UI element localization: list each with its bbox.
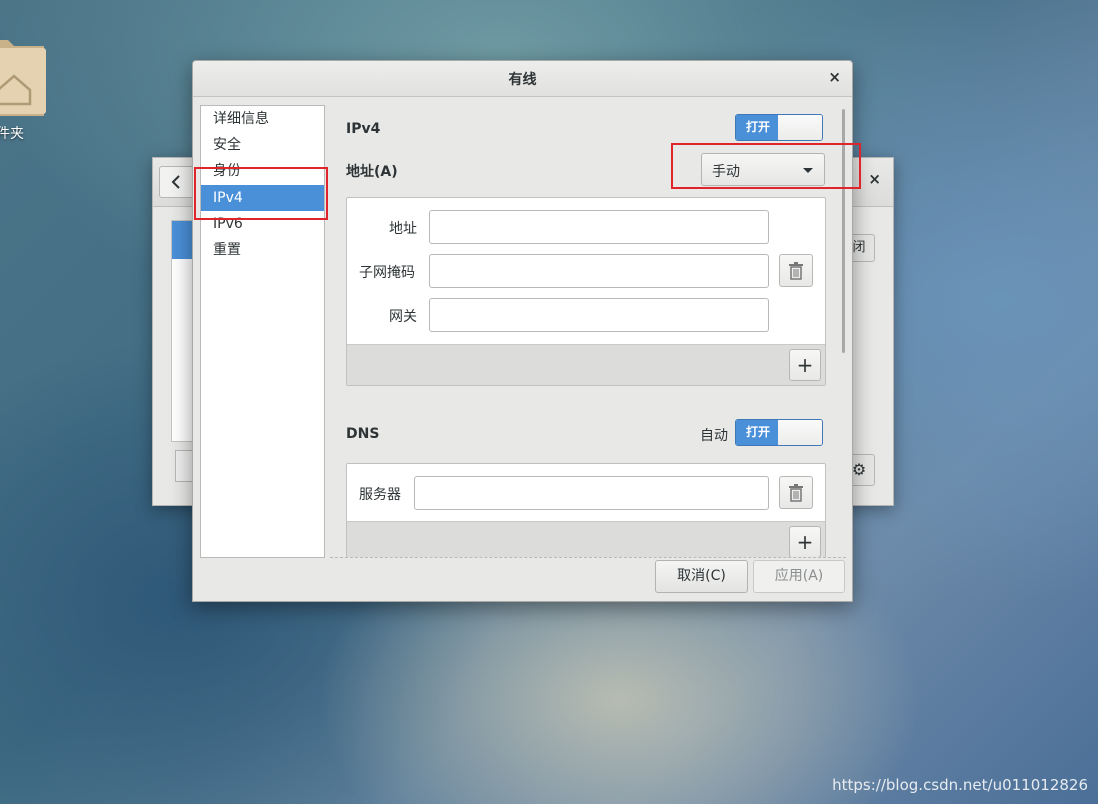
- address-input[interactable]: [429, 210, 769, 244]
- ipv4-settings-pane: IPv4 打开 地址(A) 手动 地址 子网掩码 网关 + DNS 自动 打开 …: [333, 105, 843, 557]
- wired-settings-dialog: 有线 × 详细信息 安全 身份 IPv4 IPv6 重置 IPv4 打开 地址(…: [192, 60, 853, 602]
- address-field-label: 地址: [389, 221, 417, 237]
- back-button[interactable]: [159, 166, 195, 198]
- delete-dns-button[interactable]: [779, 476, 813, 509]
- address-method-label: 地址(A): [346, 164, 398, 180]
- sidebar-item-ipv4[interactable]: IPv4: [201, 185, 324, 211]
- sidebar-item-ipv6[interactable]: IPv6: [201, 211, 324, 237]
- close-icon[interactable]: ×: [828, 68, 841, 86]
- dashed-separator: [330, 557, 846, 558]
- folder-label: 文件夹: [0, 126, 24, 142]
- scrollbar[interactable]: [842, 109, 845, 353]
- dns-heading: DNS: [346, 426, 380, 442]
- dns-toggle-knob: [778, 420, 822, 445]
- sidebar-item-details[interactable]: 详细信息: [201, 106, 324, 132]
- add-address-button[interactable]: +: [789, 349, 821, 381]
- dns-server-input[interactable]: [414, 476, 769, 510]
- chevron-left-icon: [171, 175, 180, 189]
- dns-panel: 服务器 +: [346, 463, 826, 557]
- sidebar-item-security[interactable]: 安全: [201, 132, 324, 158]
- sidebar-item-identity[interactable]: 身份: [201, 158, 324, 184]
- apply-button[interactable]: 应用(A): [753, 560, 845, 593]
- dns-auto-label: 自动: [700, 428, 728, 444]
- cancel-button[interactable]: 取消(C): [655, 560, 748, 593]
- ipv4-heading: IPv4: [346, 121, 381, 137]
- gateway-input[interactable]: [429, 298, 769, 332]
- ipv4-toggle[interactable]: 打开: [735, 114, 823, 141]
- dns-auto-toggle[interactable]: 打开: [735, 419, 823, 446]
- dns-toggle-label: 打开: [736, 420, 780, 445]
- settings-sidebar: 详细信息 安全 身份 IPv4 IPv6 重置: [200, 105, 325, 558]
- ipv4-toggle-knob: [778, 115, 822, 140]
- dns-panel-footer: +: [347, 521, 825, 557]
- sidebar-item-reset[interactable]: 重置: [201, 237, 324, 263]
- gateway-field-label: 网关: [389, 309, 417, 325]
- dns-server-label: 服务器: [359, 487, 401, 503]
- bg-close-icon[interactable]: ×: [868, 170, 881, 188]
- netmask-input[interactable]: [429, 254, 769, 288]
- delete-address-button[interactable]: [779, 254, 813, 287]
- add-dns-button[interactable]: +: [789, 526, 821, 557]
- ipv4-toggle-label: 打开: [736, 115, 780, 140]
- watermark-text: https://blog.csdn.net/u011012826: [832, 776, 1088, 794]
- home-folder-icon: [0, 40, 46, 116]
- address-method-dropdown[interactable]: 手动: [701, 153, 825, 186]
- netmask-field-label: 子网掩码: [359, 265, 415, 281]
- trash-icon: [789, 262, 803, 280]
- titlebar: 有线 ×: [193, 61, 852, 97]
- dialog-title: 有线: [508, 72, 537, 88]
- chevron-down-icon: [803, 168, 813, 173]
- address-method-value: 手动: [712, 164, 740, 180]
- address-panel-footer: +: [347, 344, 825, 385]
- address-panel: 地址 子网掩码 网关 +: [346, 197, 826, 386]
- trash-icon: [789, 484, 803, 502]
